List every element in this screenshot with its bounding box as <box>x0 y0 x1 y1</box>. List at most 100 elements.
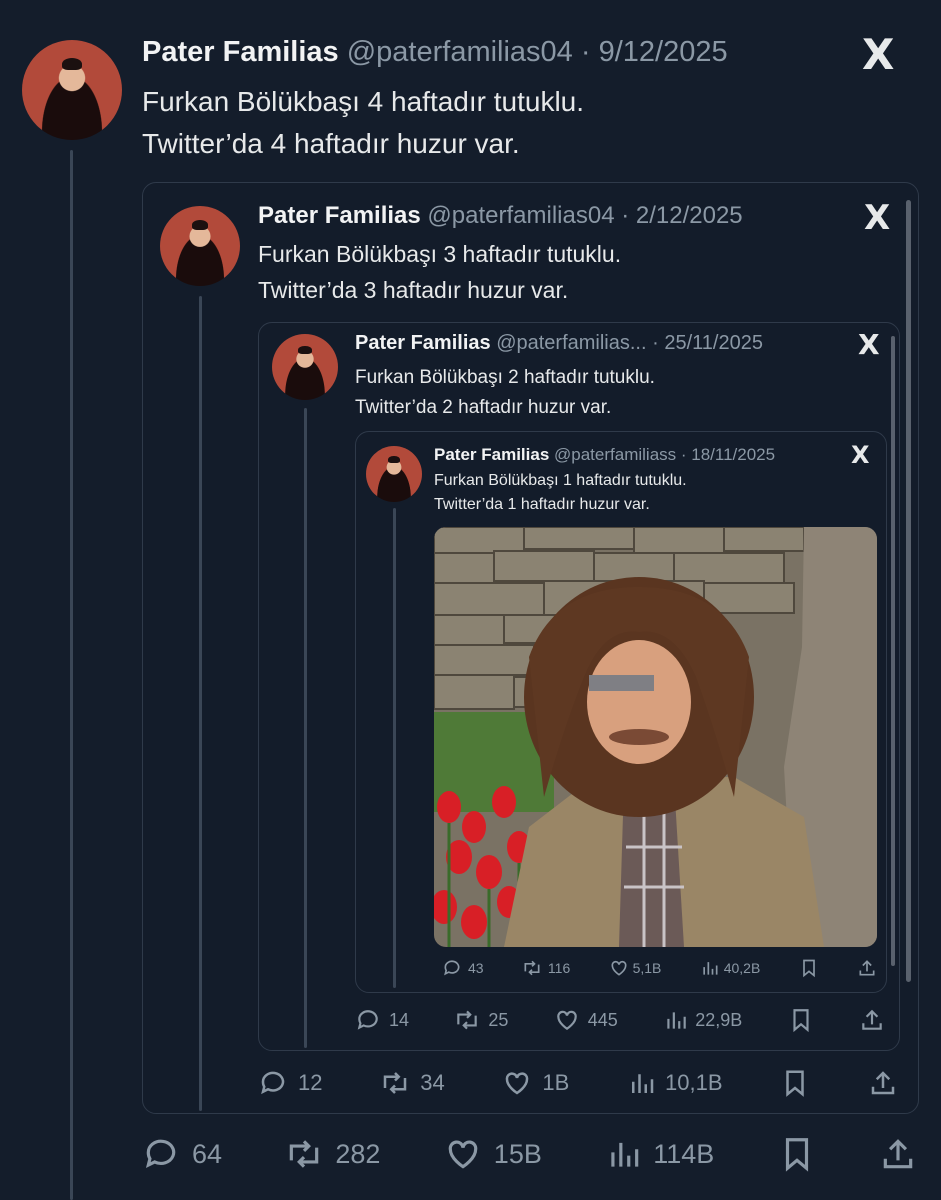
tweet-header: Pater Familias @paterfamilias04 · 9/12/2… <box>142 36 728 69</box>
repost-button[interactable]: 282 <box>285 1135 380 1173</box>
bookmark-button[interactable] <box>788 1007 814 1033</box>
tweet-photo[interactable] <box>434 527 877 947</box>
like-button[interactable]: 15B <box>444 1135 542 1173</box>
tweet-date[interactable]: · 18/11/2025 <box>681 445 775 464</box>
reply-button[interactable]: 12 <box>258 1068 322 1098</box>
tweet-text-line-2: Twitter’da 2 haftadır huzur var. <box>355 397 612 418</box>
tweet-text-line-1: Furkan Bölükbaşı 1 haftadır tutuklu. <box>434 472 687 489</box>
author-name[interactable]: Pater Familias <box>434 445 549 464</box>
reply-button[interactable]: 43 <box>442 958 484 978</box>
action-bar: 43 116 5,1B 40,2B <box>442 957 877 979</box>
avatar[interactable] <box>272 334 338 400</box>
repost-count: 282 <box>335 1138 381 1169</box>
views-button[interactable]: 10,1B <box>627 1068 723 1098</box>
tweet-header: Pater Familias @paterfamiliass · 18/11/2… <box>434 445 775 465</box>
share-icon <box>862 1009 882 1030</box>
author-handle[interactable]: @paterfamilias04 <box>347 36 573 68</box>
reply-icon <box>444 960 460 976</box>
views-button[interactable]: 114B <box>605 1135 714 1173</box>
tweet-text-line-2: Twitter’da 3 haftadır huzur var. <box>258 277 569 303</box>
bookmark-icon <box>793 1009 809 1033</box>
bookmark-button[interactable] <box>780 1068 810 1098</box>
tweet-date[interactable]: · 2/12/2025 <box>621 202 742 229</box>
like-count: 5,1B <box>632 960 662 976</box>
repost-icon <box>524 960 540 976</box>
views-button[interactable]: 40,2B <box>700 958 761 978</box>
thread-line <box>199 296 202 1111</box>
repost-icon <box>383 1072 407 1094</box>
photo-illustration <box>434 527 877 947</box>
like-icon <box>448 1140 478 1169</box>
like-button[interactable]: 1B <box>502 1068 569 1098</box>
scrollbar-thumb[interactable] <box>891 336 895 966</box>
x-logo-icon: X <box>864 198 891 238</box>
reply-count: 14 <box>389 1009 410 1030</box>
views-icon <box>703 962 718 975</box>
author-handle[interactable]: @paterfamilias04 <box>427 202 614 229</box>
reply-icon <box>145 1139 176 1169</box>
views-icon <box>667 1012 686 1029</box>
like-button[interactable]: 445 <box>554 1007 618 1033</box>
tweet-text-line-1: Furkan Bölükbaşı 3 haftadır tutuklu. <box>258 241 622 267</box>
bookmark-icon <box>785 1138 808 1172</box>
like-count: 445 <box>587 1009 618 1030</box>
avatar[interactable] <box>366 446 422 502</box>
avatar[interactable] <box>22 40 122 140</box>
repost-icon <box>290 1140 319 1168</box>
views-button[interactable]: 22,9B <box>663 1007 742 1033</box>
reply-button[interactable]: 64 <box>142 1135 222 1173</box>
author-handle[interactable]: @paterfamiliass <box>554 445 676 464</box>
share-button[interactable] <box>859 1007 885 1033</box>
like-count: 1B <box>542 1070 570 1095</box>
tweet-header: Pater Familias @paterfamilias04 · 2/12/2… <box>258 202 743 230</box>
tweet-text-line-2: Twitter’da 4 haftadır huzur var. <box>142 128 520 159</box>
action-bar: 14 25 445 22,9B <box>355 1006 885 1034</box>
x-logo-icon: X <box>851 441 870 469</box>
repost-button[interactable]: 25 <box>454 1007 508 1033</box>
author-name[interactable]: Pater Familias <box>258 202 421 229</box>
share-icon <box>859 960 875 976</box>
share-button[interactable] <box>879 1135 917 1173</box>
views-icon <box>632 1074 654 1093</box>
views-count: 10,1B <box>665 1070 723 1095</box>
thread-line <box>393 508 396 988</box>
author-handle[interactable]: @paterfamilias... <box>496 332 646 354</box>
share-button[interactable] <box>857 958 877 978</box>
views-count: 40,2B <box>723 960 761 976</box>
views-count: 114B <box>653 1138 715 1169</box>
thread-line <box>70 150 73 1200</box>
reply-icon <box>357 1010 378 1030</box>
reply-button[interactable]: 14 <box>355 1007 409 1033</box>
tweet-text-line-1: Furkan Bölükbaşı 4 haftadır tutuklu. <box>142 86 585 117</box>
author-name[interactable]: Pater Familias <box>355 332 491 354</box>
reply-count: 64 <box>192 1138 223 1169</box>
author-name[interactable]: Pater Familias <box>142 36 339 68</box>
views-icon <box>611 1142 639 1167</box>
share-icon <box>871 1071 895 1095</box>
repost-count: 116 <box>547 960 571 976</box>
action-bar: 12 34 1B 10,1B <box>258 1066 898 1100</box>
repost-button[interactable]: 116 <box>522 958 570 978</box>
action-bar: 64 282 15B 114B <box>142 1134 917 1174</box>
reply-count: 12 <box>298 1070 323 1095</box>
tweet-text-line-2: Twitter’da 1 haftadır huzur var. <box>434 496 650 513</box>
like-icon <box>611 960 627 976</box>
bookmark-button[interactable] <box>778 1135 816 1173</box>
repost-count: 34 <box>420 1070 445 1095</box>
share-button[interactable] <box>868 1068 898 1098</box>
bookmark-button[interactable] <box>799 958 819 978</box>
like-count: 15B <box>493 1138 542 1169</box>
like-icon <box>557 1010 577 1030</box>
avatar[interactable] <box>160 206 240 286</box>
tweet-text-line-1: Furkan Bölükbaşı 2 haftadır tutuklu. <box>355 367 655 388</box>
tweet-header: Pater Familias @paterfamilias... · 25/11… <box>355 332 763 355</box>
share-icon <box>883 1139 913 1169</box>
x-logo-icon: X <box>862 30 895 79</box>
thread-line <box>304 408 307 1048</box>
like-button[interactable]: 5,1B <box>609 958 662 978</box>
repost-count: 25 <box>488 1009 509 1030</box>
tweet-date[interactable]: · 25/11/2025 <box>652 332 763 354</box>
tweet-date[interactable]: · 9/12/2025 <box>581 36 728 68</box>
repost-button[interactable]: 34 <box>380 1068 445 1098</box>
scrollbar-thumb[interactable] <box>906 200 911 982</box>
